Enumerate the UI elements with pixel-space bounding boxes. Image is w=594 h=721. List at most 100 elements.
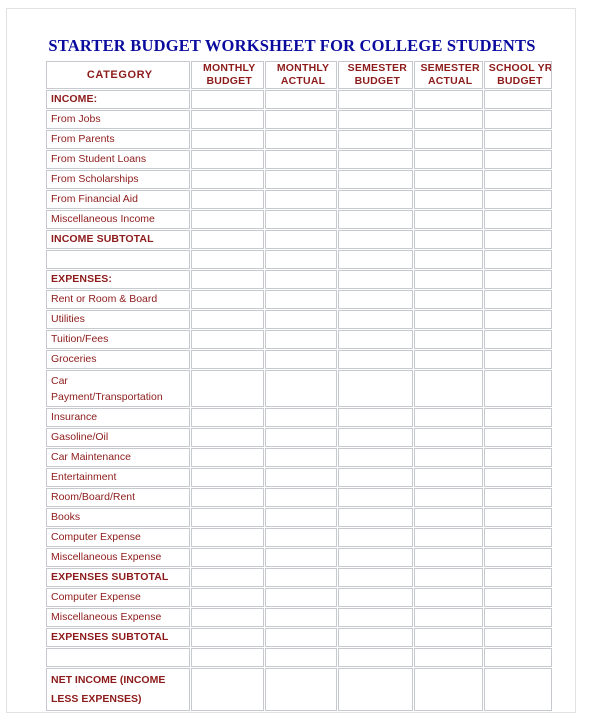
- input-cell-semester_actual[interactable]: [413, 528, 483, 547]
- input-cell-monthly_budget[interactable]: [190, 448, 264, 467]
- input-cell-semester_actual[interactable]: [413, 408, 483, 427]
- input-cell-school_yr_budget[interactable]: [483, 130, 552, 149]
- input-cell-monthly_actual[interactable]: [264, 90, 338, 109]
- input-cell-semester_budget[interactable]: [338, 548, 413, 567]
- input-cell-semester_actual[interactable]: [413, 250, 483, 269]
- input-cell-monthly_actual[interactable]: [264, 628, 338, 647]
- input-cell-monthly_budget[interactable]: [190, 370, 264, 407]
- input-cell-semester_budget[interactable]: [338, 270, 413, 289]
- input-cell-semester_actual[interactable]: [413, 150, 483, 169]
- input-cell-semester_budget[interactable]: [338, 250, 413, 269]
- input-cell-school_yr_budget[interactable]: [483, 90, 552, 109]
- input-cell-monthly_budget[interactable]: [190, 250, 264, 269]
- input-cell-monthly_actual[interactable]: [264, 528, 338, 547]
- input-cell-monthly_actual[interactable]: [264, 230, 338, 249]
- input-cell-monthly_budget[interactable]: [190, 210, 264, 229]
- input-cell-monthly_budget[interactable]: [190, 110, 264, 129]
- input-cell-semester_budget[interactable]: [338, 568, 413, 587]
- input-cell-school_yr_budget[interactable]: [483, 568, 552, 587]
- input-cell-monthly_actual[interactable]: [264, 190, 338, 209]
- input-cell-semester_budget[interactable]: [338, 350, 413, 369]
- input-cell-semester_budget[interactable]: [338, 110, 413, 129]
- input-cell-semester_actual[interactable]: [413, 170, 483, 189]
- input-cell-semester_actual[interactable]: [413, 270, 483, 289]
- input-cell-school_yr_budget[interactable]: [483, 150, 552, 169]
- input-cell-semester_budget[interactable]: [338, 210, 413, 229]
- input-cell-semester_budget[interactable]: [338, 468, 413, 487]
- input-cell-monthly_budget[interactable]: [190, 408, 264, 427]
- input-cell-semester_budget[interactable]: [338, 448, 413, 467]
- input-cell-monthly_budget[interactable]: [190, 668, 264, 711]
- input-cell-school_yr_budget[interactable]: [483, 290, 552, 309]
- input-cell-monthly_budget[interactable]: [190, 330, 264, 349]
- input-cell-monthly_actual[interactable]: [264, 210, 338, 229]
- input-cell-semester_actual[interactable]: [413, 428, 483, 447]
- input-cell-monthly_budget[interactable]: [190, 310, 264, 329]
- input-cell-semester_actual[interactable]: [413, 608, 483, 627]
- input-cell-monthly_budget[interactable]: [190, 230, 264, 249]
- input-cell-monthly_actual[interactable]: [264, 350, 338, 369]
- input-cell-semester_budget[interactable]: [338, 150, 413, 169]
- input-cell-semester_budget[interactable]: [338, 628, 413, 647]
- input-cell-monthly_actual[interactable]: [264, 130, 338, 149]
- input-cell-monthly_actual[interactable]: [264, 568, 338, 587]
- input-cell-monthly_budget[interactable]: [190, 608, 264, 627]
- input-cell-semester_budget[interactable]: [338, 290, 413, 309]
- input-cell-monthly_actual[interactable]: [264, 548, 338, 567]
- input-cell-semester_budget[interactable]: [338, 190, 413, 209]
- input-cell-monthly_budget[interactable]: [190, 508, 264, 527]
- input-cell-monthly_budget[interactable]: [190, 270, 264, 289]
- input-cell-monthly_actual[interactable]: [264, 588, 338, 607]
- input-cell-semester_budget[interactable]: [338, 508, 413, 527]
- input-cell-monthly_actual[interactable]: [264, 370, 338, 407]
- input-cell-school_yr_budget[interactable]: [483, 330, 552, 349]
- input-cell-semester_actual[interactable]: [413, 110, 483, 129]
- input-cell-semester_budget[interactable]: [338, 130, 413, 149]
- input-cell-semester_budget[interactable]: [338, 370, 413, 407]
- input-cell-monthly_actual[interactable]: [264, 668, 338, 711]
- input-cell-semester_actual[interactable]: [413, 90, 483, 109]
- input-cell-semester_actual[interactable]: [413, 628, 483, 647]
- input-cell-monthly_actual[interactable]: [264, 448, 338, 467]
- input-cell-semester_budget[interactable]: [338, 648, 413, 667]
- input-cell-school_yr_budget[interactable]: [483, 628, 552, 647]
- input-cell-semester_actual[interactable]: [413, 330, 483, 349]
- input-cell-monthly_actual[interactable]: [264, 468, 338, 487]
- input-cell-school_yr_budget[interactable]: [483, 668, 552, 711]
- input-cell-monthly_actual[interactable]: [264, 608, 338, 627]
- input-cell-school_yr_budget[interactable]: [483, 608, 552, 627]
- input-cell-monthly_budget[interactable]: [190, 350, 264, 369]
- input-cell-school_yr_budget[interactable]: [483, 468, 552, 487]
- input-cell-semester_actual[interactable]: [413, 668, 483, 711]
- input-cell-semester_budget[interactable]: [338, 170, 413, 189]
- input-cell-monthly_actual[interactable]: [264, 250, 338, 269]
- input-cell-semester_budget[interactable]: [338, 668, 413, 711]
- input-cell-school_yr_budget[interactable]: [483, 230, 552, 249]
- input-cell-semester_actual[interactable]: [413, 310, 483, 329]
- input-cell-semester_budget[interactable]: [338, 330, 413, 349]
- input-cell-semester_actual[interactable]: [413, 230, 483, 249]
- input-cell-semester_budget[interactable]: [338, 90, 413, 109]
- input-cell-school_yr_budget[interactable]: [483, 428, 552, 447]
- input-cell-school_yr_budget[interactable]: [483, 548, 552, 567]
- input-cell-semester_actual[interactable]: [413, 588, 483, 607]
- input-cell-monthly_budget[interactable]: [190, 190, 264, 209]
- input-cell-monthly_budget[interactable]: [190, 568, 264, 587]
- input-cell-school_yr_budget[interactable]: [483, 508, 552, 527]
- input-cell-school_yr_budget[interactable]: [483, 488, 552, 507]
- input-cell-monthly_budget[interactable]: [190, 428, 264, 447]
- input-cell-school_yr_budget[interactable]: [483, 588, 552, 607]
- input-cell-school_yr_budget[interactable]: [483, 408, 552, 427]
- input-cell-school_yr_budget[interactable]: [483, 270, 552, 289]
- input-cell-monthly_budget[interactable]: [190, 488, 264, 507]
- input-cell-monthly_budget[interactable]: [190, 648, 264, 667]
- input-cell-semester_budget[interactable]: [338, 230, 413, 249]
- input-cell-semester_actual[interactable]: [413, 350, 483, 369]
- input-cell-monthly_actual[interactable]: [264, 310, 338, 329]
- input-cell-semester_budget[interactable]: [338, 428, 413, 447]
- input-cell-school_yr_budget[interactable]: [483, 250, 552, 269]
- input-cell-monthly_actual[interactable]: [264, 648, 338, 667]
- input-cell-semester_actual[interactable]: [413, 130, 483, 149]
- input-cell-monthly_actual[interactable]: [264, 408, 338, 427]
- input-cell-semester_budget[interactable]: [338, 488, 413, 507]
